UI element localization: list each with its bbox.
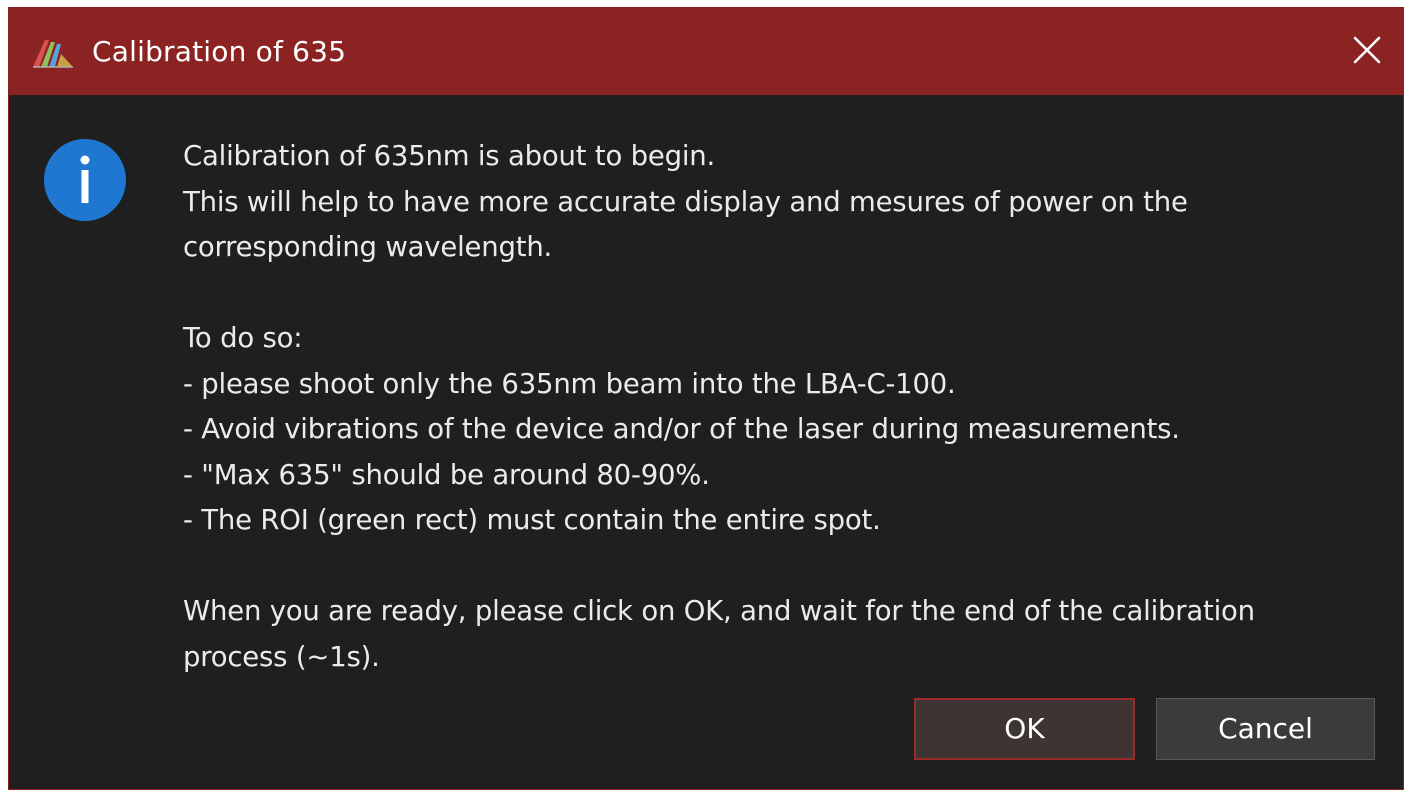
message-line: - "Max 635" should be around 80-90%. bbox=[183, 458, 710, 491]
title-bar[interactable]: Calibration of 635 bbox=[9, 8, 1403, 95]
app-logo-icon bbox=[33, 40, 73, 68]
info-icon bbox=[44, 139, 126, 221]
message-line: - The ROI (green rect) must contain the … bbox=[183, 504, 881, 536]
ok-button[interactable]: OK bbox=[914, 698, 1135, 760]
message-line: This will help to have more accurate dis… bbox=[183, 185, 1188, 218]
cancel-button[interactable]: Cancel bbox=[1156, 698, 1375, 760]
message-line: - Avoid vibrations of the device and/or … bbox=[183, 413, 1180, 445]
message-line: corresponding wavelength. bbox=[183, 231, 553, 263]
close-icon bbox=[1353, 36, 1381, 64]
message-line: To do so: bbox=[183, 322, 303, 354]
message-line: Calibration of 635nm is about to begin. bbox=[183, 140, 716, 172]
message-line: process (~1s). bbox=[183, 640, 380, 673]
message-line: When you are ready, please click on OK, … bbox=[183, 595, 1255, 627]
close-button[interactable] bbox=[1345, 28, 1389, 72]
message-line: - please shoot only the 635nm beam into … bbox=[183, 367, 956, 400]
calibration-dialog: Calibration of 635 Calibration of 635nm … bbox=[8, 7, 1404, 790]
message-text: Calibration of 635nm is about to begin. … bbox=[183, 134, 1363, 680]
window-title: Calibration of 635 bbox=[92, 35, 347, 68]
